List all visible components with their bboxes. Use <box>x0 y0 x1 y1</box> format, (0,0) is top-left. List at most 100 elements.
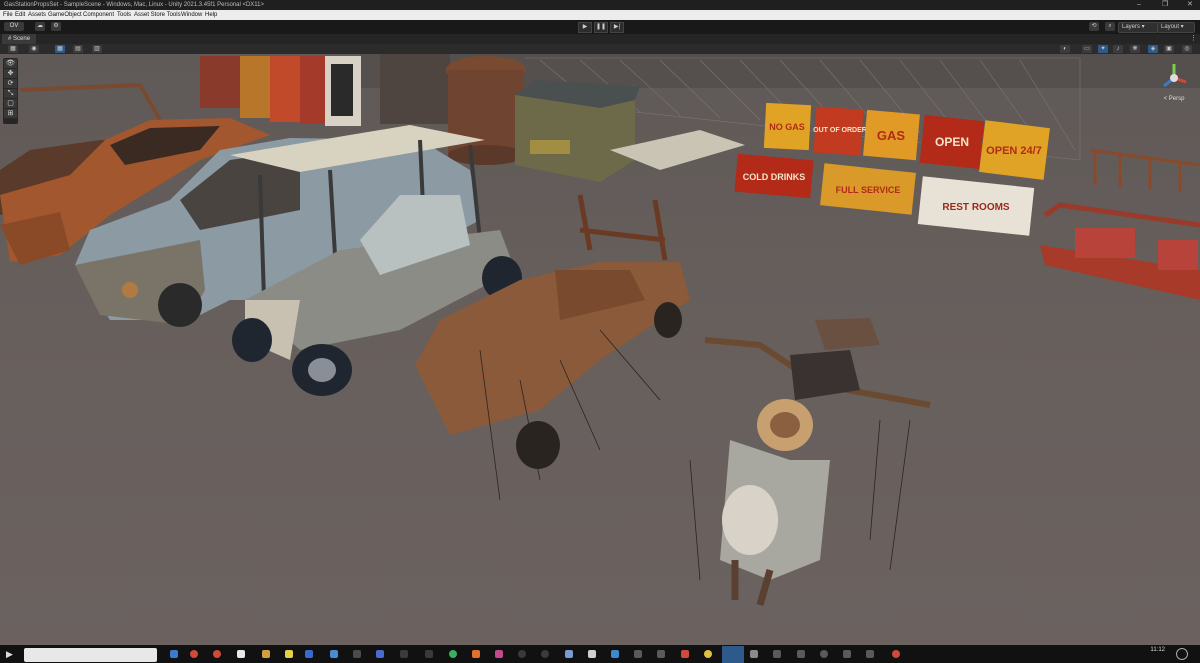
scene-gizmo[interactable]: < Persp <box>1156 60 1192 104</box>
taskbar-app-icon[interactable] <box>170 650 178 658</box>
taskbar-app-icon[interactable] <box>541 650 549 658</box>
sign-gas: GAS <box>863 109 920 161</box>
menu-gameobject[interactable]: GameObject <box>48 10 82 20</box>
increment-snap-icon[interactable]: ▥ <box>92 45 102 53</box>
more-options-icon[interactable]: ⋮ <box>1190 34 1197 44</box>
taskbar-app-icon[interactable] <box>866 650 874 658</box>
taskbar-clock[interactable]: 11:12 <box>1150 647 1165 654</box>
move-tool-icon[interactable]: ✥ <box>4 69 17 78</box>
taskbar-app-icon[interactable] <box>262 650 270 658</box>
grid-toggle-icon[interactable]: ▦ <box>55 45 65 53</box>
scene-viewport[interactable]: NO GAS OUT OF ORDER GAS OPEN OPEN 24/7 C… <box>0 54 1200 645</box>
taskbar-app-icon[interactable] <box>285 650 293 658</box>
play-button[interactable]: ▶ <box>578 22 592 33</box>
svg-text:COLD DRINKS: COLD DRINKS <box>743 172 806 182</box>
taskbar-app-icon[interactable] <box>425 650 433 658</box>
scene-visibility-icon[interactable]: ◈ <box>1148 45 1158 53</box>
taskbar-app-icon[interactable] <box>400 650 408 658</box>
tab-scene[interactable]: # Scene <box>2 34 37 44</box>
start-icon[interactable]: ▶ <box>6 648 18 660</box>
menu-help[interactable]: Help <box>205 10 217 20</box>
projection-label[interactable]: < Persp <box>1156 96 1192 102</box>
menu-file[interactable]: File <box>3 10 13 20</box>
taskbar-unity-active[interactable] <box>722 646 744 663</box>
taskbar-app-icon[interactable] <box>681 650 689 658</box>
svg-text:OUT OF ORDER: OUT OF ORDER <box>813 127 867 134</box>
layout-dropdown[interactable]: Layout ▾ <box>1157 22 1195 33</box>
taskbar-app-icon[interactable] <box>634 650 642 658</box>
menu-window[interactable]: Window <box>181 10 202 20</box>
taskbar-app-icon[interactable] <box>820 650 828 658</box>
taskbar-app-icon[interactable] <box>213 650 221 658</box>
svg-text:OPEN: OPEN <box>935 135 969 149</box>
effects-icon[interactable]: ❋ <box>1130 45 1140 53</box>
taskbar-app-icon[interactable] <box>750 650 758 658</box>
taskbar-app-icon[interactable] <box>704 650 712 658</box>
taskbar-app-icon[interactable] <box>565 650 573 658</box>
camera-icon[interactable]: ▣ <box>1164 45 1174 53</box>
dumpster <box>515 80 640 182</box>
taskbar-app-icon[interactable] <box>843 650 851 658</box>
snap-icon[interactable]: ▤ <box>73 45 83 53</box>
taskbar-app-icon[interactable] <box>518 650 526 658</box>
menu-asset-store-tools[interactable]: Asset Store Tools <box>134 10 181 20</box>
layers-dropdown[interactable]: Layers ▾ <box>1118 22 1158 33</box>
cage-rack <box>380 54 450 124</box>
account-dropdown[interactable]: OV <box>4 22 24 31</box>
vending-machines <box>200 56 361 126</box>
rotate-tool-icon[interactable]: ⟳ <box>4 79 17 88</box>
notification-icon[interactable] <box>1176 648 1188 660</box>
step-button[interactable]: ▶| <box>610 22 624 33</box>
audio-toggle-icon[interactable]: ♪ <box>1113 45 1123 53</box>
minimize-icon[interactable]: – <box>1137 0 1141 10</box>
history-icon[interactable]: ⟲ <box>1089 22 1099 31</box>
sign-no-gas: NO GAS <box>763 102 812 151</box>
taskbar-app-icon[interactable] <box>449 650 457 658</box>
2d-toggle-icon[interactable]: ▭ <box>1082 45 1092 53</box>
taskbar-app-icon[interactable] <box>190 650 198 658</box>
title-bar: GasStationPropsSet - SampleScene - Windo… <box>0 0 1200 10</box>
sign-rest-rooms: REST ROOMS <box>917 176 1035 236</box>
taskbar-search-input[interactable] <box>24 648 157 662</box>
pause-button[interactable]: ❚❚ <box>594 22 608 33</box>
shading-mode-icon[interactable]: ◐ <box>1060 45 1070 53</box>
scale-tool-icon[interactable]: ⤡ <box>4 89 17 98</box>
lighting-toggle-icon[interactable]: ✦ <box>1098 45 1108 53</box>
taskbar-app-icon[interactable] <box>657 650 665 658</box>
search-icon[interactable]: ⌕ <box>1105 22 1115 31</box>
transform-tools-palette: 👁 ✥ ⟳ ⤡ ▢ ⊞ <box>3 58 18 124</box>
cloud-icon[interactable]: ☁ <box>35 22 45 31</box>
sign-cold-drinks: COLD DRINKS <box>734 153 814 199</box>
gizmos-icon[interactable]: ◎ <box>1182 45 1192 53</box>
scene-view-toolbar <box>0 44 1200 54</box>
taskbar-app-icon[interactable] <box>472 650 480 658</box>
menu-edit[interactable]: Edit <box>15 10 25 20</box>
taskbar-app-icon[interactable] <box>797 650 805 658</box>
taskbar-app-icon[interactable] <box>305 650 313 658</box>
view-tool-icon[interactable]: 👁 <box>4 59 17 68</box>
taskbar-app-icon[interactable] <box>892 650 900 658</box>
taskbar-app-icon[interactable] <box>330 650 338 658</box>
pivot-icon[interactable]: ◉ <box>29 45 39 53</box>
hash-icon: # <box>8 36 12 42</box>
menu-component[interactable]: Component <box>83 10 114 20</box>
rusty-railings <box>1089 148 1200 192</box>
close-icon[interactable]: ✕ <box>1187 0 1193 10</box>
menu-assets[interactable]: Assets <box>28 10 46 20</box>
rect-tool-icon[interactable]: ▢ <box>4 99 17 108</box>
transform-tool-icon[interactable]: ⊞ <box>4 109 17 118</box>
maximize-icon[interactable]: ❐ <box>1162 0 1168 10</box>
taskbar-app-icon[interactable] <box>588 650 596 658</box>
taskbar-app-icon[interactable] <box>237 650 245 658</box>
taskbar-app-icon[interactable] <box>773 650 781 658</box>
collab-icon[interactable]: ⚙ <box>51 22 61 31</box>
sign-open-24-7: OPEN 24/7 <box>979 120 1050 180</box>
menu-tools[interactable]: Tools <box>117 10 131 20</box>
taskbar-app-icon[interactable] <box>353 650 361 658</box>
tool-settings-icon[interactable]: ▦ <box>8 45 18 53</box>
taskbar-app-icon[interactable] <box>376 650 384 658</box>
taskbar-app-icon[interactable] <box>611 650 619 658</box>
taskbar-app-icon[interactable] <box>495 650 503 658</box>
svg-text:REST ROOMS: REST ROOMS <box>942 202 1010 213</box>
svg-text:NO GAS: NO GAS <box>769 122 805 132</box>
